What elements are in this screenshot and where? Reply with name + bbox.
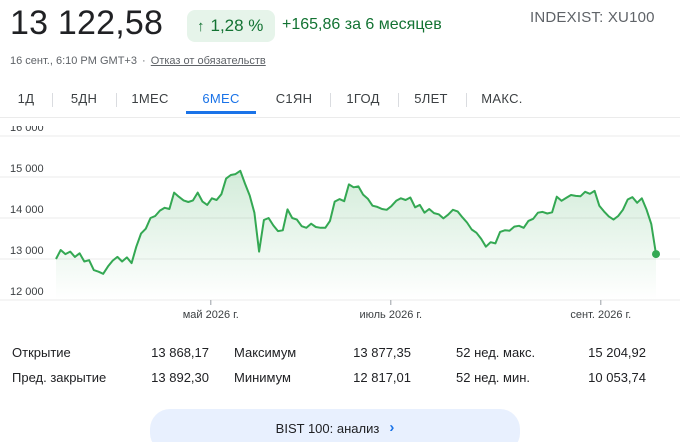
tab-5d[interactable]: 5ДН: [60, 84, 108, 114]
tab-ytd[interactable]: С1ЯН: [266, 84, 322, 114]
stat-value-52w-low: 10 053,74: [588, 370, 646, 385]
y-tick-label: 16 000: [10, 126, 44, 134]
disclaimer-link[interactable]: Отказ от обязательств: [151, 55, 266, 67]
price-chart[interactable]: 16 000 15 000 14 000 13 000 12 000 май 2026 …: [0, 126, 680, 326]
stat-label-52w-high: 52 нед. макс.: [456, 345, 536, 360]
stat-label-prev-close: Пред. закрытие: [12, 370, 107, 385]
tab-divider: [398, 93, 399, 107]
tab-1d[interactable]: 1Д: [8, 84, 44, 114]
y-tick-label: 14 000: [10, 204, 44, 216]
stat-label-low: Минимум: [234, 370, 291, 385]
meta-separator: ·: [142, 55, 146, 67]
stat-label-52w-low: 52 нед. мин.: [456, 370, 530, 385]
x-tick-label: май 2026 г.: [183, 309, 239, 321]
stat-label-high: Максимум: [234, 345, 297, 360]
tab-1m[interactable]: 1МЕС: [122, 84, 178, 114]
stat-value-open: 13 868,17: [151, 345, 209, 360]
y-tick-label: 12 000: [10, 286, 44, 298]
current-price: 13 122,58: [10, 4, 164, 42]
stat-value-high: 13 877,35: [353, 345, 411, 360]
analysis-button[interactable]: BIST 100: анализ ›: [150, 409, 520, 442]
analysis-button-label: BIST 100: анализ: [275, 421, 380, 436]
time-range-tabs: 1Д 5ДН 1МЕС 6МЕС С1ЯН 1ГОД 5ЛЕТ МАКС.: [0, 84, 680, 114]
stat-value-prev-close: 13 892,30: [151, 370, 209, 385]
y-tick-label: 13 000: [10, 245, 44, 257]
tab-max[interactable]: МАКС.: [472, 84, 532, 114]
arrow-up-icon: ↑: [197, 17, 205, 35]
change-period-text: +165,86 за 6 месяцев: [282, 16, 442, 33]
chevron-right-icon: ›: [389, 419, 395, 436]
x-tick-label: сент. 2026 г.: [570, 309, 631, 321]
change-percent-badge: ↑ 1,28 %: [187, 10, 276, 42]
tab-divider: [116, 93, 117, 107]
stat-row-1: Открытие 13 868,17 Максимум 13 877,35 52…: [0, 345, 680, 365]
current-price-dot: [652, 250, 660, 259]
stat-label-open: Открытие: [12, 345, 71, 360]
stat-value-low: 12 817,01: [353, 370, 411, 385]
price-area-fill: [56, 170, 656, 300]
stat-value-52w-high: 15 204,92: [588, 345, 646, 360]
quote-timestamp: 16 сент., 6:10 PM GMT+3: [10, 55, 137, 67]
quote-meta: 16 сент., 6:10 PM GMT+3 · Отказ от обяза…: [10, 55, 266, 67]
ticker-symbol: INDEXIST: XU100: [530, 9, 655, 26]
tab-divider: [466, 93, 467, 107]
tab-1y[interactable]: 1ГОД: [336, 84, 390, 114]
tab-divider: [52, 93, 53, 107]
tab-6m[interactable]: 6МЕС: [186, 84, 256, 114]
tab-5y[interactable]: 5ЛЕТ: [404, 84, 458, 114]
y-tick-label: 15 000: [10, 163, 44, 175]
tab-divider: [330, 93, 331, 107]
change-percent-value: 1,28 %: [210, 16, 264, 35]
stat-row-2: Пред. закрытие 13 892,30 Минимум 12 817,…: [0, 370, 680, 390]
tabs-underline: [0, 117, 680, 118]
x-tick-label: июль 2026 г.: [359, 309, 422, 321]
